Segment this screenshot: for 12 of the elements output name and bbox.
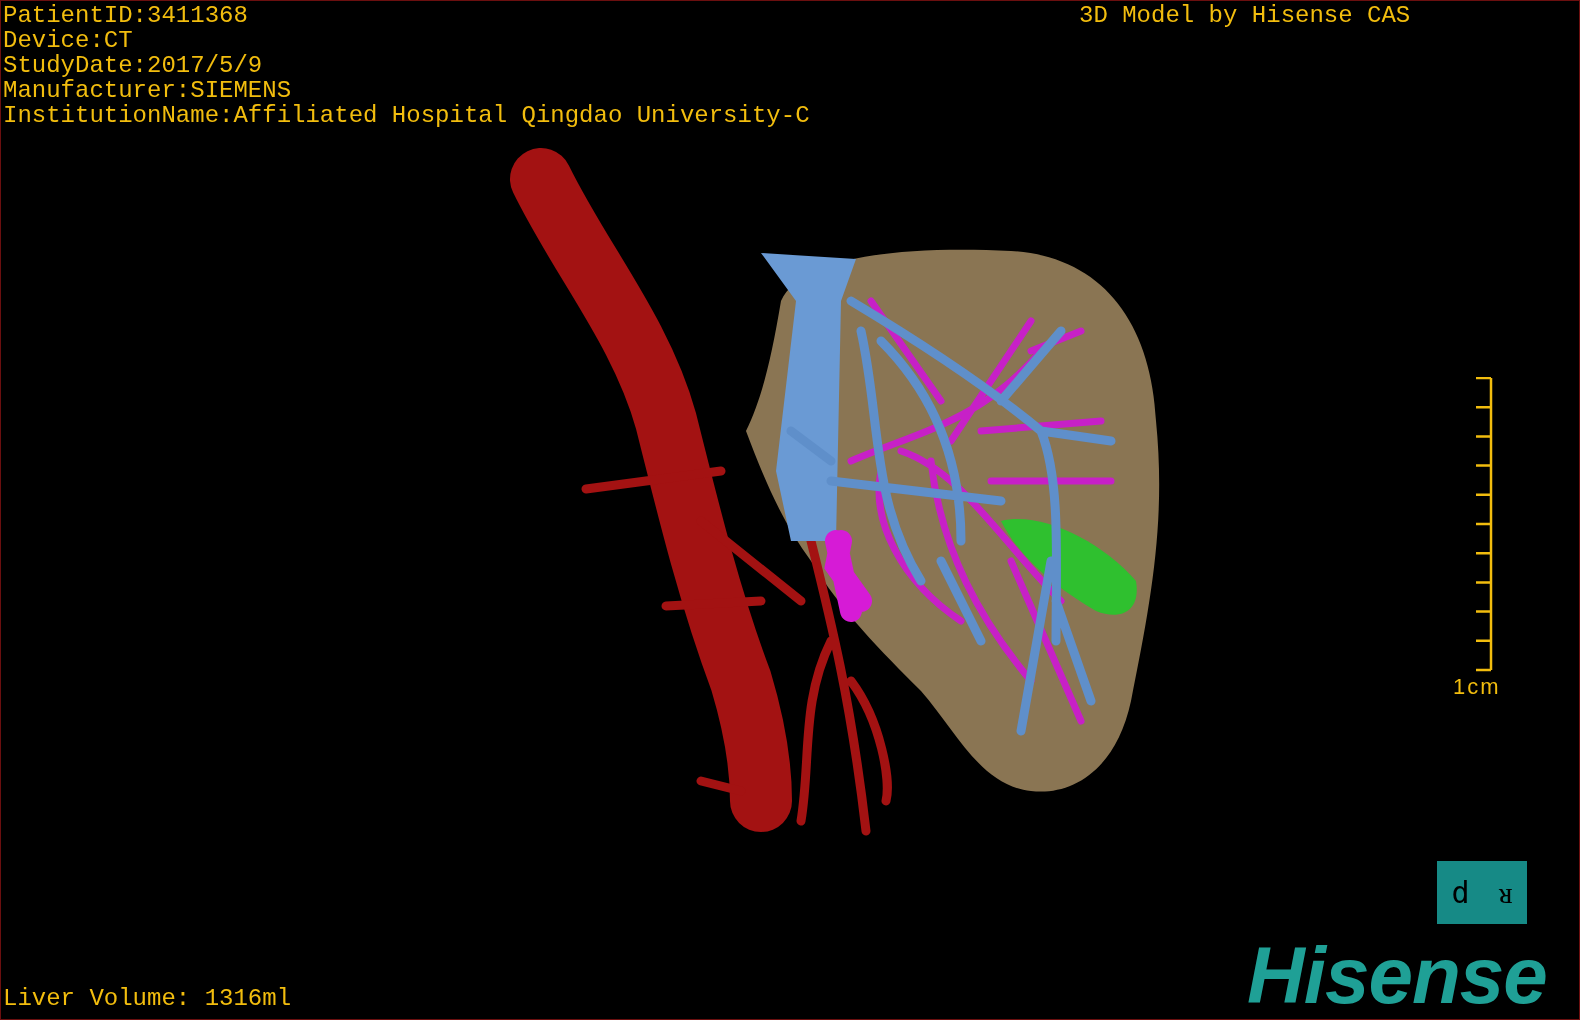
orientation-label: ᴚ [1498,877,1513,908]
patient-info-text: InstitutionName:Affiliated Hospital Qingdao University-C [3,103,810,128]
patient-info-text: PatientID:3411368 [3,3,248,28]
orientation-cube[interactable]: d ᴚ [1437,861,1527,924]
patient-info-text: Manufacturer:SIEMENS [3,78,292,103]
orientation-label: d [1451,877,1470,908]
liver-volume-text: Liver Volume: 1316ml [3,986,292,1011]
patient-info-text: StudyDate:2017/5/9 [3,53,263,78]
viewer-title: 3D Model by Hisense CAS [1079,3,1411,28]
brand-logo: Hisense [1247,936,1547,1016]
scale-label: 1cm [1453,675,1501,699]
patient-info-text: Device:CT [3,28,133,53]
